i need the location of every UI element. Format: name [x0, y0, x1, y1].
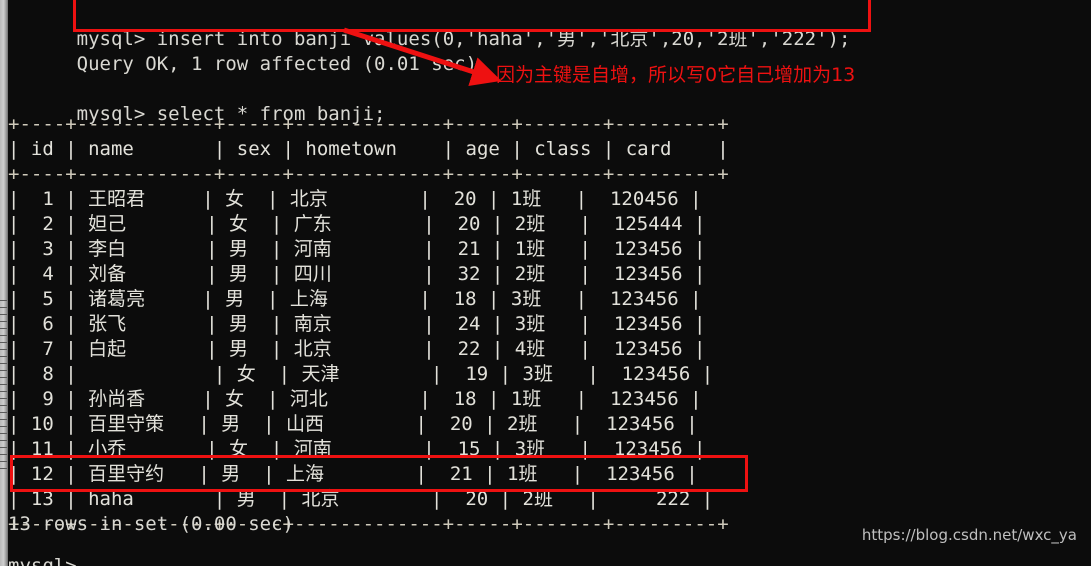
table-row: | 6 | 张飞 | 男 | 南京 | 24 | 3班 | 123456 | — [8, 313, 706, 335]
annotation-note-text: 因为主键是自增，所以写0它自己增加为13 — [496, 64, 856, 86]
table-row: | 12 | 百里守约 | 男 | 上海 | 21 | 1班 | 123456 … — [8, 463, 698, 485]
watermark-url: https://blog.csdn.net/wxc_ya — [861, 526, 1077, 544]
table-row: | 8 | | 女 | 天津 | 19 | 3班 | 123456 | — [8, 363, 714, 385]
table-separator: +----+------------+-----+-------------+-… — [8, 113, 729, 135]
table-row: | 13 | haha | 男 | 北京 | 20 | 2班 | 222 | — [8, 488, 714, 510]
table-row: | 11 | 小乔 | 女 | 河南 | 15 | 3班 | 123456 | — [8, 438, 706, 460]
query-ok-text: Query OK, 1 row affected (0.01 sec) — [76, 53, 478, 75]
table-row: | 7 | 白起 | 男 | 北京 | 22 | 4班 | 123456 | — [8, 338, 706, 360]
terminal-screenshot: mysql> insert into banji values(0,'haha'… — [0, 0, 1091, 566]
table-row: | 2 | 妲己 | 女 | 广东 | 20 | 2班 | 125444 | — [8, 213, 706, 235]
table-row: | 9 | 孙尚香 | 女 | 河北 | 18 | 1班 | 123456 | — [8, 388, 702, 410]
background-window-sliver — [0, 0, 8, 566]
query-result-table: +----+------------+-----+-------------+-… — [8, 112, 729, 537]
table-row: | 4 | 刘备 | 男 | 四川 | 32 | 2班 | 123456 | — [8, 263, 706, 285]
table-header-row: | id | name | sex | hometown | age | cla… — [8, 138, 729, 160]
bottom-partial-prompt: mysql> — [8, 555, 77, 566]
table-row: | 3 | 李白 | 男 | 河南 | 21 | 1班 | 123456 | — [8, 238, 706, 260]
table-row: | 10 | 百里守策 | 男 | 山西 | 20 | 2班 | 123456 … — [8, 413, 698, 435]
rows-in-set-footer: 13 rows in set (0.00 sec) — [8, 513, 294, 535]
table-separator: +----+------------+-----+-------------+-… — [8, 163, 729, 185]
table-row: | 1 | 王昭君 | 女 | 北京 | 20 | 1班 | 120456 | — [8, 188, 702, 210]
table-row: | 5 | 诸葛亮 | 男 | 上海 | 18 | 3班 | 123456 | — [8, 288, 702, 310]
